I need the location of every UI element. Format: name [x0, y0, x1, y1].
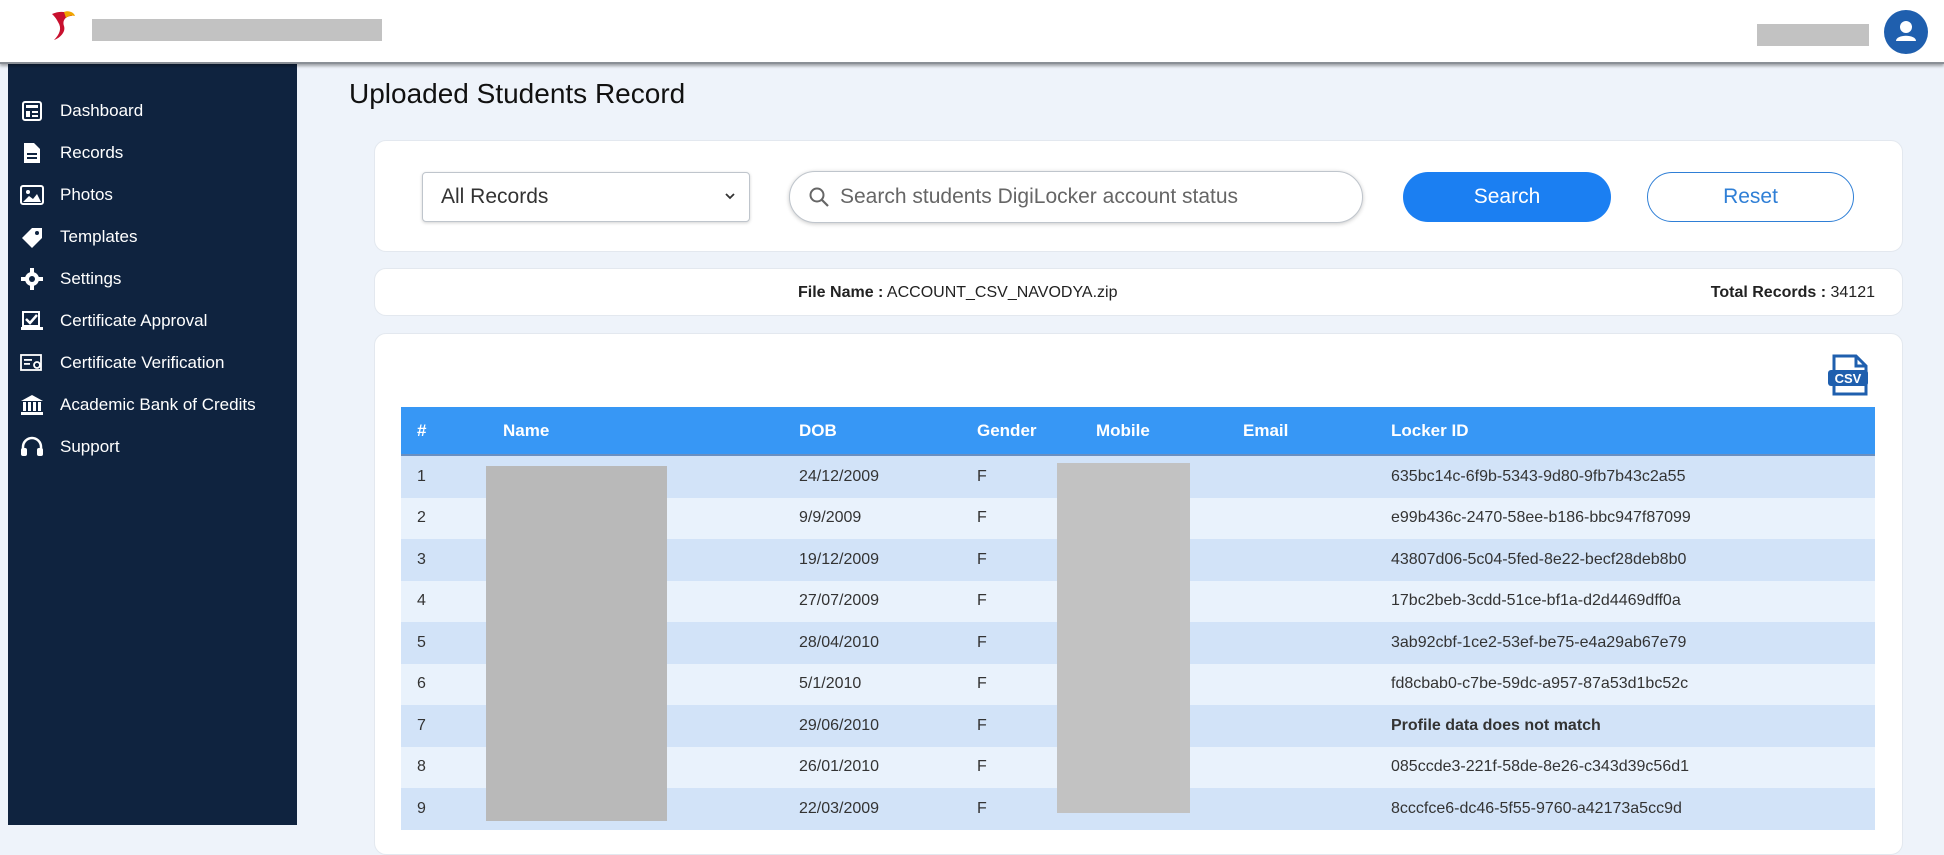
sidebar-item-certificate-approval[interactable]: Certificate Approval	[8, 300, 297, 342]
cell-dob: 28/04/2010	[799, 633, 880, 651]
sidebar-item-records[interactable]: Records	[8, 132, 297, 174]
brand-name-redacted	[92, 19, 382, 41]
sidebar-item-label: Settings	[60, 269, 122, 288]
cell-dob: 26/01/2010	[799, 758, 880, 776]
approval-icon	[20, 309, 44, 333]
column-header-name[interactable]: Name	[503, 407, 799, 455]
sidebar-item-label: Support	[60, 437, 120, 456]
cell-email	[1243, 581, 1391, 623]
file-icon	[20, 141, 44, 165]
cell-email	[1243, 705, 1391, 747]
csv-download-icon[interactable]: CSV	[1826, 354, 1874, 398]
total-records-value: 34121	[1830, 284, 1876, 301]
cell-dob: 5/1/2010	[799, 675, 862, 693]
cell-locker-id: 3ab92cbf-1ce2-53ef-be75-e4a29ab67e79	[1391, 633, 1687, 651]
dashboard-icon	[20, 99, 44, 123]
sidebar-item-academic-bank-of-credits[interactable]: Academic Bank of Credits	[8, 384, 297, 426]
cell-locker-id-error: Profile data does not match	[1391, 716, 1601, 734]
cell-email	[1243, 539, 1391, 581]
tag-icon	[20, 225, 44, 249]
photos-icon	[20, 183, 44, 207]
cell-dob: 22/03/2009	[799, 799, 880, 817]
sidebar-item-label: Dashboard	[60, 101, 144, 120]
chevron-down-icon	[725, 193, 735, 200]
sidebar-item-label: Academic Bank of Credits	[60, 395, 256, 414]
select-value: All Records	[441, 185, 549, 208]
file-info-card	[374, 268, 1903, 316]
sidebar-item-label: Photos	[60, 185, 113, 204]
sidebar-item-label: Certificate Verification	[60, 353, 225, 372]
sidebar-item-label: Certificate Approval	[60, 311, 208, 330]
total-records-info: Total Records : 34121	[1711, 284, 1875, 302]
table-header-row: # Name DOB Gender Mobile Email Locker ID	[401, 407, 1875, 455]
cell-dob: 29/06/2010	[799, 716, 880, 734]
column-header-email[interactable]: Email	[1243, 407, 1391, 455]
sidebar-item-photos[interactable]: Photos	[8, 174, 297, 216]
sidebar-item-settings[interactable]: Settings	[8, 258, 297, 300]
sidebar-item-label: Templates	[60, 227, 138, 246]
sidebar-item-templates[interactable]: Templates	[8, 216, 297, 258]
sidebar: Dashboard Records Photos Templates Setti…	[8, 63, 297, 825]
page-title: Uploaded Students Record	[349, 78, 686, 109]
user-name-redacted	[1757, 24, 1869, 46]
column-header-mobile[interactable]: Mobile	[1096, 407, 1243, 455]
records-filter-select[interactable]: All Records	[422, 172, 750, 222]
total-records-label: Total Records :	[1710, 284, 1827, 301]
cell-dob: 19/12/2009	[799, 550, 880, 568]
bank-icon	[20, 393, 44, 417]
headset-icon	[20, 435, 44, 459]
cell-locker-id: 17bc2beb-3cdd-51ce-bf1a-d2d4469dff0a	[1391, 592, 1681, 610]
name-column-redaction	[486, 466, 667, 821]
search-input[interactable]	[838, 184, 1342, 210]
cell-dob: 27/07/2009	[799, 592, 880, 610]
file-name-info: File Name : ACCOUNT_CSV_NAVODYA.zip	[798, 284, 1118, 302]
cell-email	[1243, 747, 1391, 789]
column-header-number[interactable]: #	[401, 407, 503, 455]
gear-icon	[20, 267, 44, 291]
user-icon	[1896, 21, 1916, 41]
reset-button[interactable]: Reset	[1647, 172, 1854, 222]
cell-dob: 24/12/2009	[799, 454, 977, 498]
cell-locker-id: fd8cbab0-c7be-59dc-a957-87a53d1bc52c	[1391, 675, 1689, 693]
file-name-label: File Name :	[798, 284, 884, 301]
cell-locker-id: 8cccfce6-dc46-5f55-9760-a42173a5cc9d	[1391, 799, 1682, 817]
cell-email	[1243, 498, 1391, 540]
sidebar-item-support[interactable]: Support	[8, 426, 297, 468]
cell-locker-id: e99b436c-2470-58ee-b186-bbc947f87099	[1391, 509, 1691, 527]
cell-locker-id: 43807d06-5c04-5fed-8e22-becf28deb8b0	[1391, 550, 1687, 568]
cell-email	[1243, 788, 1391, 830]
file-name-value: ACCOUNT_CSV_NAVODYA.zip	[886, 284, 1118, 301]
cell-locker-id: 085ccde3-221f-58de-8e26-c343d39c56d1	[1391, 758, 1690, 776]
cell-locker-id: 635bc14c-6f9b-5343-9d80-9fb7b43c2a55	[1391, 454, 1875, 498]
cell-email	[1243, 454, 1391, 498]
search-box[interactable]	[789, 171, 1363, 223]
column-header-locker-id[interactable]: Locker ID	[1391, 407, 1875, 455]
cell-email	[1243, 664, 1391, 706]
mobile-column-redaction	[1057, 463, 1190, 813]
sidebar-item-certificate-verification[interactable]: Certificate Verification	[8, 342, 297, 384]
cell-email	[1243, 622, 1391, 664]
column-header-dob[interactable]: DOB	[799, 407, 977, 455]
svg-text:CSV: CSV	[1835, 371, 1862, 386]
user-avatar[interactable]	[1884, 10, 1928, 54]
logo-icon[interactable]	[48, 8, 78, 42]
verification-icon	[20, 351, 44, 375]
top-bar	[0, 0, 1944, 64]
cell-dob: 9/9/2009	[799, 509, 862, 527]
column-header-gender[interactable]: Gender	[977, 407, 1096, 455]
search-button[interactable]: Search	[1403, 172, 1611, 222]
search-icon	[809, 187, 829, 207]
sidebar-item-label: Records	[60, 143, 124, 162]
sidebar-item-dashboard[interactable]: Dashboard	[8, 90, 297, 132]
